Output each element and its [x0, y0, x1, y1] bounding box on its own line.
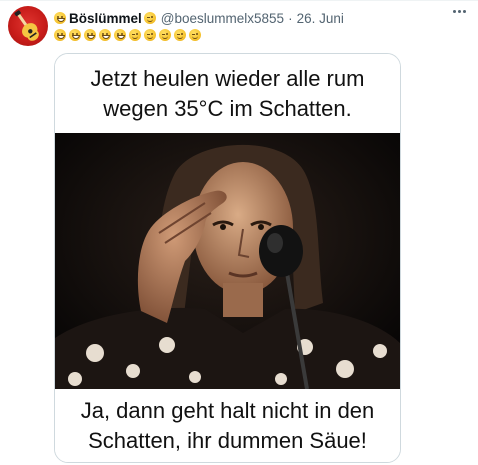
tweet-header: Böslümmel @boeslummelx5855 · 26. Juni: [54, 8, 344, 28]
grinning-emoji-icon: [54, 29, 66, 41]
more-options-icon[interactable]: [453, 10, 466, 13]
tweet-text: [54, 29, 201, 41]
grinning-emoji-icon: [69, 29, 81, 41]
winking-emoji-icon: [174, 29, 186, 41]
meme-bottom-line: Ja, dann geht halt nicht in den: [80, 397, 375, 423]
grinning-emoji-icon: [99, 29, 111, 41]
meme-bottom-caption: Ja, dann geht halt nicht in den Schatten…: [55, 389, 400, 462]
user-handle[interactable]: @boeslummelx5855: [161, 11, 284, 26]
tweet-media[interactable]: Jetzt heulen wieder alle rum wegen 35°C …: [54, 53, 401, 463]
avatar[interactable]: [8, 6, 48, 46]
meme-top-line: wegen 35°C im Schatten.: [103, 95, 352, 121]
winking-emoji-icon: [189, 29, 201, 41]
winking-emoji-icon: [159, 29, 171, 41]
winking-emoji-icon: [129, 29, 141, 41]
grinning-emoji-icon: [84, 29, 96, 41]
winking-emoji-icon: [144, 29, 156, 41]
winking-emoji-icon: [143, 12, 156, 24]
tweet-divider: [0, 0, 478, 1]
man-at-microphone-image: [55, 133, 400, 389]
display-name[interactable]: Böslümmel: [69, 11, 142, 26]
grinning-emoji-icon: [54, 12, 66, 24]
meme-top-line: Jetzt heulen wieder alle rum: [90, 65, 365, 91]
post-date[interactable]: 26. Juni: [297, 11, 344, 26]
meme-photo: [55, 133, 400, 389]
header-separator: ·: [288, 10, 293, 26]
grinning-emoji-icon: [114, 29, 126, 41]
meme-top-caption: Jetzt heulen wieder alle rum wegen 35°C …: [55, 54, 400, 133]
meme-bottom-line: Schatten, ihr dummen Säue!: [88, 427, 367, 453]
avatar-guitar-icon: [14, 10, 39, 41]
